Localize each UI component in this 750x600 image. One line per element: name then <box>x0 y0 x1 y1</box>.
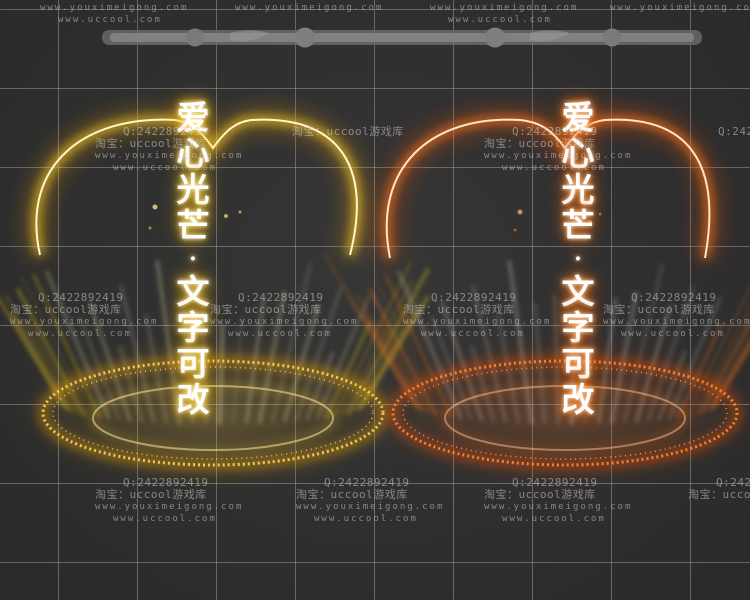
watermark-site: www.uccool.com <box>113 163 217 173</box>
title-char: 字 <box>176 308 210 347</box>
watermark-site: www.uccool.com <box>502 514 606 524</box>
watermark-block: Q:2422892419 淘宝：uccool游戏库 www.youximeigo… <box>10 292 158 340</box>
watermark-block: Q:2422892419 淘宝：uccool游戏库 www.youximeigo… <box>403 292 551 340</box>
watermark-site: www.uccool.com <box>28 329 132 339</box>
title-char: 芒 <box>176 206 210 245</box>
watermark-block: Q:2422892419 <box>690 126 750 138</box>
watermark-site: www.uccool.com <box>621 329 725 339</box>
watermark-site: www.youximeigong.com <box>430 3 579 13</box>
watermark-site: www.uccool.com <box>421 329 525 339</box>
watermark-block: Q:2422892419 淘宝：uccool游戏库 www.youximeigo… <box>484 477 632 525</box>
watermark-block: Q:2422892419 淘宝：uccool游戏库 www.youximeigo… <box>210 292 358 340</box>
preview-canvas: 爱 心 光 芒 · 文 字 可 改 爱 心 光 芒 · 文 字 可 改 www.… <box>0 0 750 600</box>
watermark-block: Q:2422892419 淘宝：uccool游戏库 www.youximeigo… <box>296 477 444 525</box>
watermark-site: www.youximeigong.com <box>610 3 750 13</box>
watermark-taobao: 淘宝：uccool游戏库 <box>484 488 596 501</box>
title-char: 可 <box>561 344 595 383</box>
title-separator: · <box>189 246 197 272</box>
title-char: 可 <box>176 344 210 383</box>
watermark-site: www.uccool.com <box>58 15 162 25</box>
watermark-site: www.youximeigong.com <box>603 317 750 327</box>
watermark-site: www.youximeigong.com <box>296 502 445 512</box>
watermark-block: Q:2422892419 淘宝：uccool游戏库 www.youximeigo… <box>95 126 243 174</box>
watermark-site: www.uccool.com <box>113 514 217 524</box>
watermark-block: www.youximeigong.com www.uccool.com <box>430 2 578 26</box>
watermark-site: www.youximeigong.com <box>210 317 359 327</box>
watermark-taobao: 淘宝：uccool游戏库 <box>603 303 715 316</box>
watermark-site: www.youximeigong.com <box>95 151 244 161</box>
title-char: 文 <box>176 272 210 311</box>
watermark-taobao: 淘宝：uccool游戏库 <box>95 137 207 150</box>
watermark-site: www.uccool.com <box>448 15 552 25</box>
watermark-site: www.youximeigong.com <box>10 317 159 327</box>
title-char: 芒 <box>561 206 595 245</box>
watermark-site: www.uccool.com <box>502 163 606 173</box>
watermark-taobao: 淘宝：uccool游戏库 <box>484 137 596 150</box>
watermark-block: Q:2422892419 淘宝：uccool游戏库 www.youximeigo… <box>484 126 632 174</box>
watermark-block: www.youximeigong.com www.uccool.com <box>40 2 188 26</box>
watermark-qq: Q:2422892419 <box>718 125 750 138</box>
watermark-block: Q:2422892419 淘宝：uccool游戏库 www.youximeigo… <box>603 292 750 340</box>
watermark-taobao: 淘宝：uccool游戏库 <box>10 303 122 316</box>
title-char: 改 <box>561 380 595 419</box>
watermark-site: www.uccool.com <box>314 514 418 524</box>
watermark-block: Q:2422892419 淘宝：uccool游戏库 <box>688 477 750 501</box>
watermark-site: www.youximeigong.com <box>403 317 552 327</box>
title-char: 文 <box>561 272 595 311</box>
watermark-block: Q:2422892419 淘宝：uccool游戏库 www.youximeigo… <box>95 477 243 525</box>
title-char: 改 <box>176 380 210 419</box>
title-char: 字 <box>561 308 595 347</box>
watermark-site: www.uccool.com <box>228 329 332 339</box>
watermark-block: 淘宝：uccool游戏库 <box>292 126 404 138</box>
title-char: 光 <box>561 170 595 209</box>
title-char: 光 <box>176 170 210 209</box>
watermark-block: www.youximeigong.com <box>235 2 383 14</box>
watermark-taobao: 淘宝：uccool游戏库 <box>95 488 207 501</box>
watermark-site: www.youximeigong.com <box>95 502 244 512</box>
watermark-site: www.youximeigong.com <box>235 3 384 13</box>
watermark-block: www.youximeigong.com <box>610 2 750 14</box>
title-separator: · <box>574 246 582 272</box>
watermark-site: www.youximeigong.com <box>484 502 633 512</box>
watermark-taobao: 淘宝：uccool游戏库 <box>688 488 750 501</box>
watermark-site: www.youximeigong.com <box>484 151 633 161</box>
watermark-taobao: 淘宝：uccool游戏库 <box>296 488 408 501</box>
watermark-taobao: 淘宝：uccool游戏库 <box>210 303 322 316</box>
watermark-taobao: 淘宝：uccool游戏库 <box>292 125 404 138</box>
watermark-site: www.youximeigong.com <box>40 3 189 13</box>
watermark-taobao: 淘宝：uccool游戏库 <box>403 303 515 316</box>
